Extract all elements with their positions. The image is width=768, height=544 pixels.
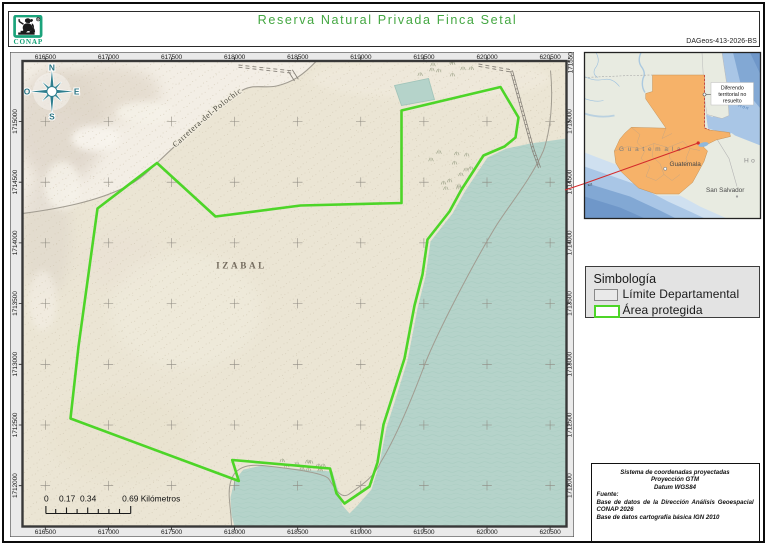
svg-text:Ho: Ho [744,157,757,164]
svg-text:IZABAL: IZABAL [216,260,267,270]
svg-text:0.17: 0.17 [58,493,75,503]
svg-text:1715000: 1715000 [12,108,19,133]
svg-text:1714000: 1714000 [12,230,19,255]
svg-text:1713500: 1713500 [12,290,19,315]
svg-text:resuelto: resuelto [723,98,742,104]
svg-text:S: S [49,111,55,121]
svg-text:O: O [23,86,30,96]
svg-text:CONAP: CONAP [14,37,44,45]
svg-text:1713000: 1713000 [12,351,19,376]
svg-text:Diferendo: Diferendo [721,85,744,91]
svg-text:Guatemala: Guatemala [670,161,702,168]
svg-text:1712500: 1712500 [12,412,19,437]
svg-text:E: E [73,86,79,96]
svg-text:1714500: 1714500 [12,169,19,194]
svg-text:N: N [48,62,54,72]
svg-text:0.69 Kilómetros: 0.69 Kilómetros [122,493,180,503]
svg-text:0: 0 [43,493,48,503]
svg-text:1712000: 1712000 [12,472,19,497]
svg-text:San Salvador: San Salvador [706,187,745,194]
svg-text:0.34: 0.34 [79,493,96,503]
svg-text:territorial no: territorial no [718,92,746,98]
